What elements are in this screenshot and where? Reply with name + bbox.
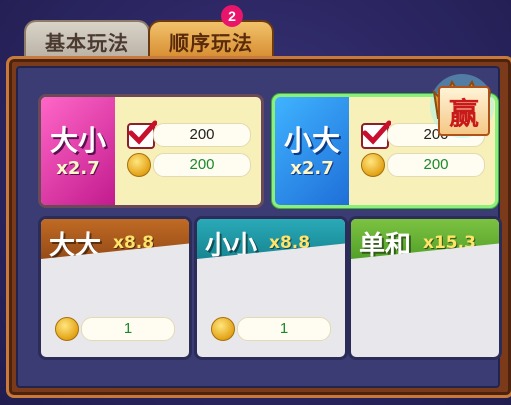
panel-side: 大小 x2.7: [41, 97, 115, 205]
tab-order-play[interactable]: 顺序玩法: [148, 20, 274, 60]
coin-icon: [361, 153, 385, 177]
win-badge-text: 赢: [438, 86, 490, 136]
bet-panel-big-big[interactable]: 大大 x8.8 1: [38, 216, 192, 360]
panel-name: 小大: [283, 123, 340, 157]
coin-value-field: 1: [81, 317, 175, 341]
coin-value-field: 200: [387, 153, 485, 177]
checkmark-icon: [361, 120, 391, 149]
bet-panel-odd-sum[interactable]: 单和 x15.3: [348, 216, 502, 360]
coin-value-field: 1: [237, 317, 331, 341]
checkmark-icon: [127, 120, 157, 149]
coin-icon: [127, 153, 151, 177]
panel-name: 大小: [49, 123, 106, 157]
coin-icon: [55, 317, 79, 341]
bet-value-field: 200: [153, 123, 251, 147]
bet-panel-big-small[interactable]: 大小 x2.7 200 200: [38, 94, 264, 208]
panel-side: 小大 x2.7: [275, 97, 349, 205]
coin-icon: [211, 317, 235, 341]
tab-order-label: 顺序玩法: [169, 30, 253, 55]
coin-value-field: 200: [153, 153, 251, 177]
panel-multiplier: x2.7: [56, 157, 100, 179]
tab-basic-label: 基本玩法: [45, 30, 129, 55]
notification-badge: 2: [221, 5, 243, 27]
tab-basic-play[interactable]: 基本玩法: [24, 20, 150, 60]
bet-panel-small-small[interactable]: 小小 x8.8 1: [194, 216, 348, 360]
panel-multiplier: x2.7: [290, 157, 334, 179]
win-badge: 赢: [424, 72, 500, 142]
